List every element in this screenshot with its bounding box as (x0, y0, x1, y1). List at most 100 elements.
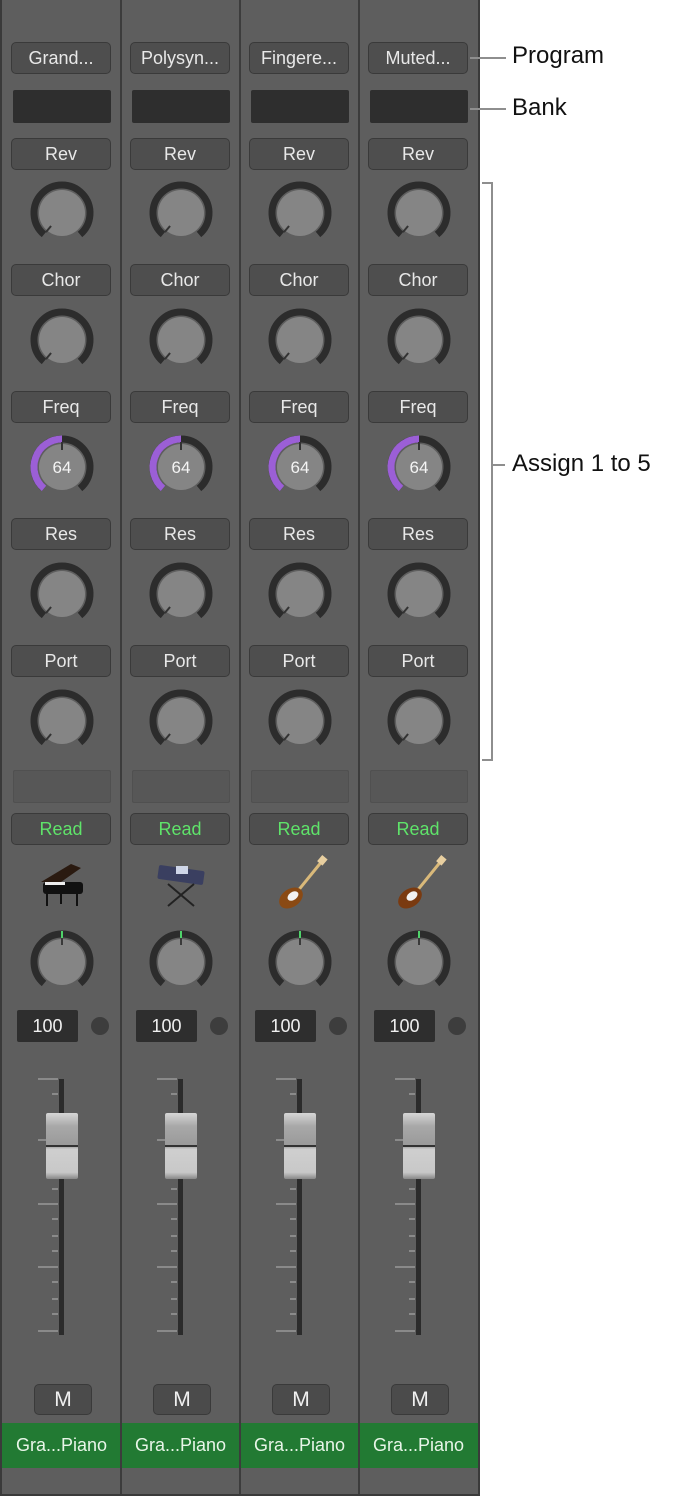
mute-button[interactable]: M (153, 1384, 211, 1415)
volume-fader[interactable] (30, 1076, 94, 1341)
assign-knob-res[interactable] (29, 561, 95, 627)
assign-knob-res[interactable] (148, 561, 214, 627)
record-enable-dot[interactable] (91, 1017, 109, 1035)
assign-knob-chor[interactable] (386, 307, 452, 373)
assign-label-button-port[interactable]: Port (368, 645, 468, 677)
pan-knob[interactable] (148, 929, 214, 995)
automation-mode-button[interactable]: Read (130, 813, 230, 845)
empty-slot[interactable] (251, 770, 349, 803)
program-button[interactable]: Muted... (368, 42, 468, 74)
volume-value[interactable]: 100 (136, 1010, 197, 1042)
assign-label-button-chor[interactable]: Chor (11, 264, 111, 296)
assign-knob-chor[interactable] (267, 307, 333, 373)
assign-knob-rev[interactable] (29, 180, 95, 246)
fader-tick (171, 1250, 177, 1252)
automation-mode-button[interactable]: Read (249, 813, 349, 845)
record-enable-dot[interactable] (210, 1017, 228, 1035)
program-button[interactable]: Polysyn... (130, 42, 230, 74)
knob-cap (39, 698, 85, 744)
assign-knob-rev[interactable] (148, 180, 214, 246)
assign-label-button-chor[interactable]: Chor (130, 264, 230, 296)
assign-label-button-freq[interactable]: Freq (11, 391, 111, 423)
fader-tick (171, 1313, 177, 1315)
pan-knob[interactable] (29, 929, 95, 995)
assign-label-button-res[interactable]: Res (11, 518, 111, 550)
knob-cap (396, 939, 442, 985)
knob-cap (39, 939, 85, 985)
track-name[interactable]: Gra...Piano (121, 1423, 240, 1468)
assign-label-button-freq[interactable]: Freq (368, 391, 468, 423)
bank-field[interactable] (370, 90, 468, 123)
assign-label-button-freq[interactable]: Freq (249, 391, 349, 423)
pan-knob[interactable] (267, 929, 333, 995)
assign-label-button-port[interactable]: Port (130, 645, 230, 677)
mute-button[interactable]: M (272, 1384, 330, 1415)
bank-callout-line (470, 108, 506, 110)
assign-knob-chor[interactable] (148, 307, 214, 373)
assign-label-button-res[interactable]: Res (368, 518, 468, 550)
fader-tick (52, 1298, 58, 1300)
assign-knob-port[interactable] (148, 688, 214, 754)
track-name[interactable]: Gra...Piano (240, 1423, 359, 1468)
automation-mode-button[interactable]: Read (368, 813, 468, 845)
fader-tick (52, 1281, 58, 1283)
assign-label-button-rev[interactable]: Rev (11, 138, 111, 170)
record-enable-dot[interactable] (448, 1017, 466, 1035)
assign-label-button-rev[interactable]: Rev (130, 138, 230, 170)
track-name[interactable]: Gra...Piano (2, 1423, 121, 1468)
assign-label-button-rev[interactable]: Rev (249, 138, 349, 170)
volume-fader[interactable] (387, 1076, 451, 1341)
assign-label-button-rev[interactable]: Rev (368, 138, 468, 170)
fader-tick (52, 1218, 58, 1220)
bank-field[interactable] (132, 90, 230, 123)
synthesizer-keyboard-icon[interactable] (150, 852, 212, 914)
volume-value[interactable]: 100 (17, 1010, 78, 1042)
volume-value[interactable]: 100 (374, 1010, 435, 1042)
mute-button[interactable]: M (34, 1384, 92, 1415)
assign-knob-port[interactable] (29, 688, 95, 754)
empty-slot[interactable] (13, 770, 111, 803)
automation-mode-button[interactable]: Read (11, 813, 111, 845)
assign-label-button-freq[interactable]: Freq (130, 391, 230, 423)
assign-knob-chor[interactable] (29, 307, 95, 373)
assign-label-button-res[interactable]: Res (249, 518, 349, 550)
volume-fader[interactable] (268, 1076, 332, 1341)
assign-knob-freq[interactable]: 64 (267, 434, 333, 500)
volume-fader[interactable] (149, 1076, 213, 1341)
assign-callout-line (493, 464, 505, 466)
knob-cap (158, 698, 204, 744)
knob-cap (39, 571, 85, 617)
bank-field[interactable] (251, 90, 349, 123)
assign-knob-freq[interactable]: 64 (148, 434, 214, 500)
bass-guitar-icon[interactable] (269, 852, 331, 914)
assign-label-button-chor[interactable]: Chor (368, 264, 468, 296)
knob-cap (277, 571, 323, 617)
fader-tick (395, 1266, 415, 1268)
record-enable-dot[interactable] (329, 1017, 347, 1035)
program-button[interactable]: Fingere... (249, 42, 349, 74)
pan-knob[interactable] (386, 929, 452, 995)
assign-knob-res[interactable] (386, 561, 452, 627)
assign-knob-freq[interactable]: 64 (29, 434, 95, 500)
assign-knob-res[interactable] (267, 561, 333, 627)
assign-knob-port[interactable] (267, 688, 333, 754)
grand-piano-icon[interactable] (31, 852, 93, 914)
assign-label-button-port[interactable]: Port (11, 645, 111, 677)
assign-knob-freq[interactable]: 64 (386, 434, 452, 500)
assign-knob-rev[interactable] (267, 180, 333, 246)
empty-slot[interactable] (370, 770, 468, 803)
assign-bracket-vertical (491, 182, 493, 761)
assign-knob-port[interactable] (386, 688, 452, 754)
assign-label-button-port[interactable]: Port (249, 645, 349, 677)
electric-guitar-icon[interactable] (388, 852, 450, 914)
mute-button[interactable]: M (391, 1384, 449, 1415)
empty-slot[interactable] (132, 770, 230, 803)
track-name[interactable]: Gra...Piano (359, 1423, 478, 1468)
assign-knob-rev[interactable] (386, 180, 452, 246)
bank-field[interactable] (13, 90, 111, 123)
volume-value[interactable]: 100 (255, 1010, 316, 1042)
assign-label-button-chor[interactable]: Chor (249, 264, 349, 296)
fader-cap-line (284, 1145, 316, 1147)
assign-label-button-res[interactable]: Res (130, 518, 230, 550)
program-button[interactable]: Grand... (11, 42, 111, 74)
